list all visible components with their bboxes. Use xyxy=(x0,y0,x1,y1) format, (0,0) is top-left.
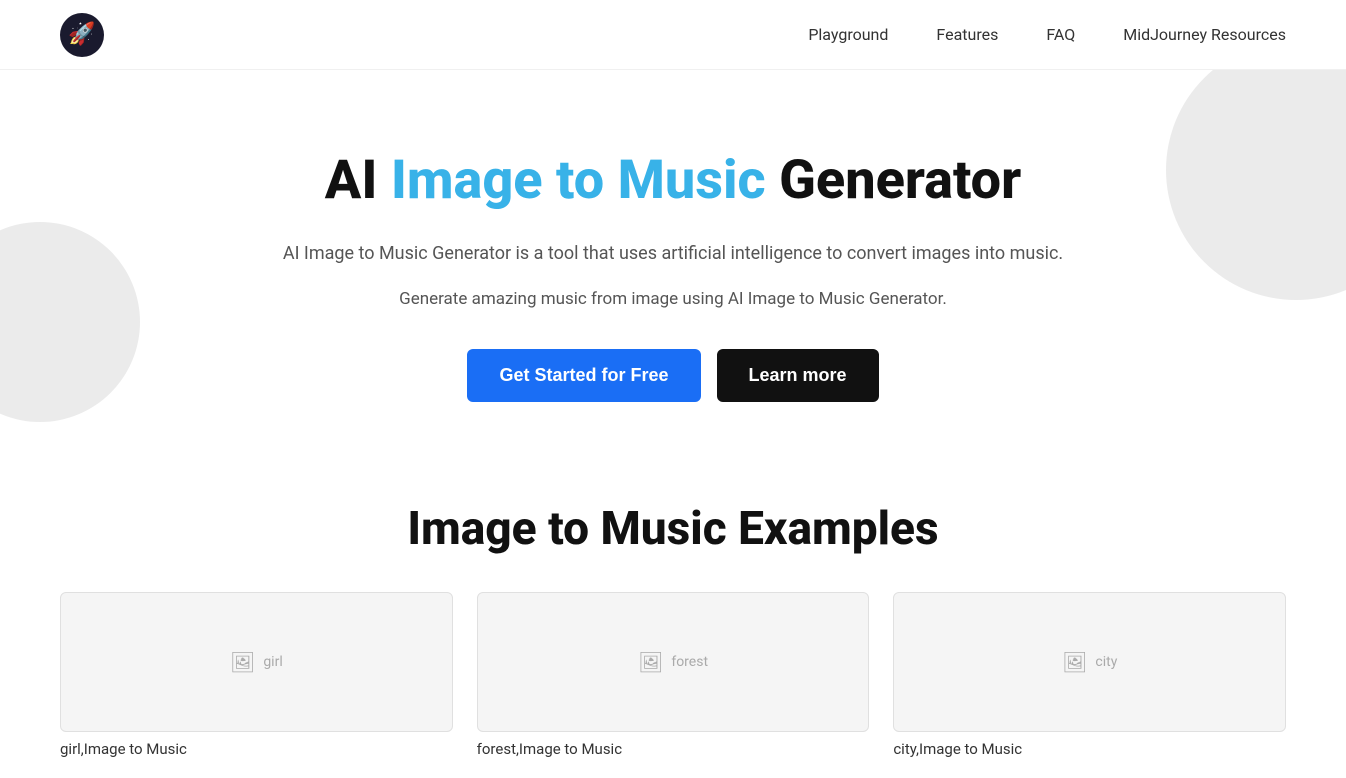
example-label-forest: forest,Image to Music xyxy=(477,740,870,758)
example-label-city: city,Image to Music xyxy=(893,740,1286,758)
hero-tagline: Generate amazing music from image using … xyxy=(273,289,1073,309)
broken-image-icon: 🖼 xyxy=(230,650,255,674)
hero-content: AI Image to Music Generator AI Image to … xyxy=(273,150,1073,402)
example-card-forest: 🖼 forest forest,Image to Music xyxy=(477,592,870,758)
hero-description: AI Image to Music Generator is a tool th… xyxy=(273,240,1073,269)
hero-title-prefix: AI xyxy=(325,149,391,212)
logo-icon: 🚀 xyxy=(60,13,104,57)
example-label-girl: girl,Image to Music xyxy=(60,740,453,758)
hero-title-suffix: Generator xyxy=(766,149,1022,212)
hero-section: AI Image to Music Generator AI Image to … xyxy=(0,70,1346,462)
hero-title: AI Image to Music Generator xyxy=(273,150,1073,212)
broken-image-icon-city: 🖼 xyxy=(1062,650,1087,674)
examples-grid: 🖼 girl girl,Image to Music 🖼 forest fore… xyxy=(60,592,1286,758)
nav-link-playground[interactable]: Playground xyxy=(808,25,888,44)
image-placeholder-city: 🖼 city xyxy=(1062,650,1117,674)
example-image-girl: 🖼 girl xyxy=(60,592,453,732)
navbar: 🚀 Playground Features FAQ MidJourney Res… xyxy=(0,0,1346,70)
examples-section: Image to Music Examples 🖼 girl girl,Imag… xyxy=(0,462,1346,778)
hero-title-highlight: Image to Music xyxy=(391,149,766,212)
examples-title: Image to Music Examples xyxy=(60,502,1286,556)
example-image-city: 🖼 city xyxy=(893,592,1286,732)
decorative-circle-top-right xyxy=(1166,70,1346,300)
image-placeholder-forest: 🖼 forest xyxy=(638,650,708,674)
example-image-forest: 🖼 forest xyxy=(477,592,870,732)
image-alt-city: city xyxy=(1095,654,1117,670)
example-card-city: 🖼 city city,Image to Music xyxy=(893,592,1286,758)
image-placeholder-girl: 🖼 girl xyxy=(230,650,283,674)
nav-links: Playground Features FAQ MidJourney Resou… xyxy=(808,25,1286,44)
hero-buttons: Get Started for Free Learn more xyxy=(273,349,1073,402)
image-alt-forest: forest xyxy=(671,654,708,670)
nav-link-midjourney[interactable]: MidJourney Resources xyxy=(1123,25,1286,44)
logo-link[interactable]: 🚀 xyxy=(60,13,104,57)
get-started-button[interactable]: Get Started for Free xyxy=(467,349,700,402)
image-alt-girl: girl xyxy=(263,654,282,670)
broken-image-icon-forest: 🖼 xyxy=(638,650,663,674)
nav-link-faq[interactable]: FAQ xyxy=(1046,25,1075,44)
decorative-circle-bottom-left xyxy=(0,222,140,422)
learn-more-button[interactable]: Learn more xyxy=(717,349,879,402)
nav-link-features[interactable]: Features xyxy=(936,25,998,44)
example-card-girl: 🖼 girl girl,Image to Music xyxy=(60,592,453,758)
